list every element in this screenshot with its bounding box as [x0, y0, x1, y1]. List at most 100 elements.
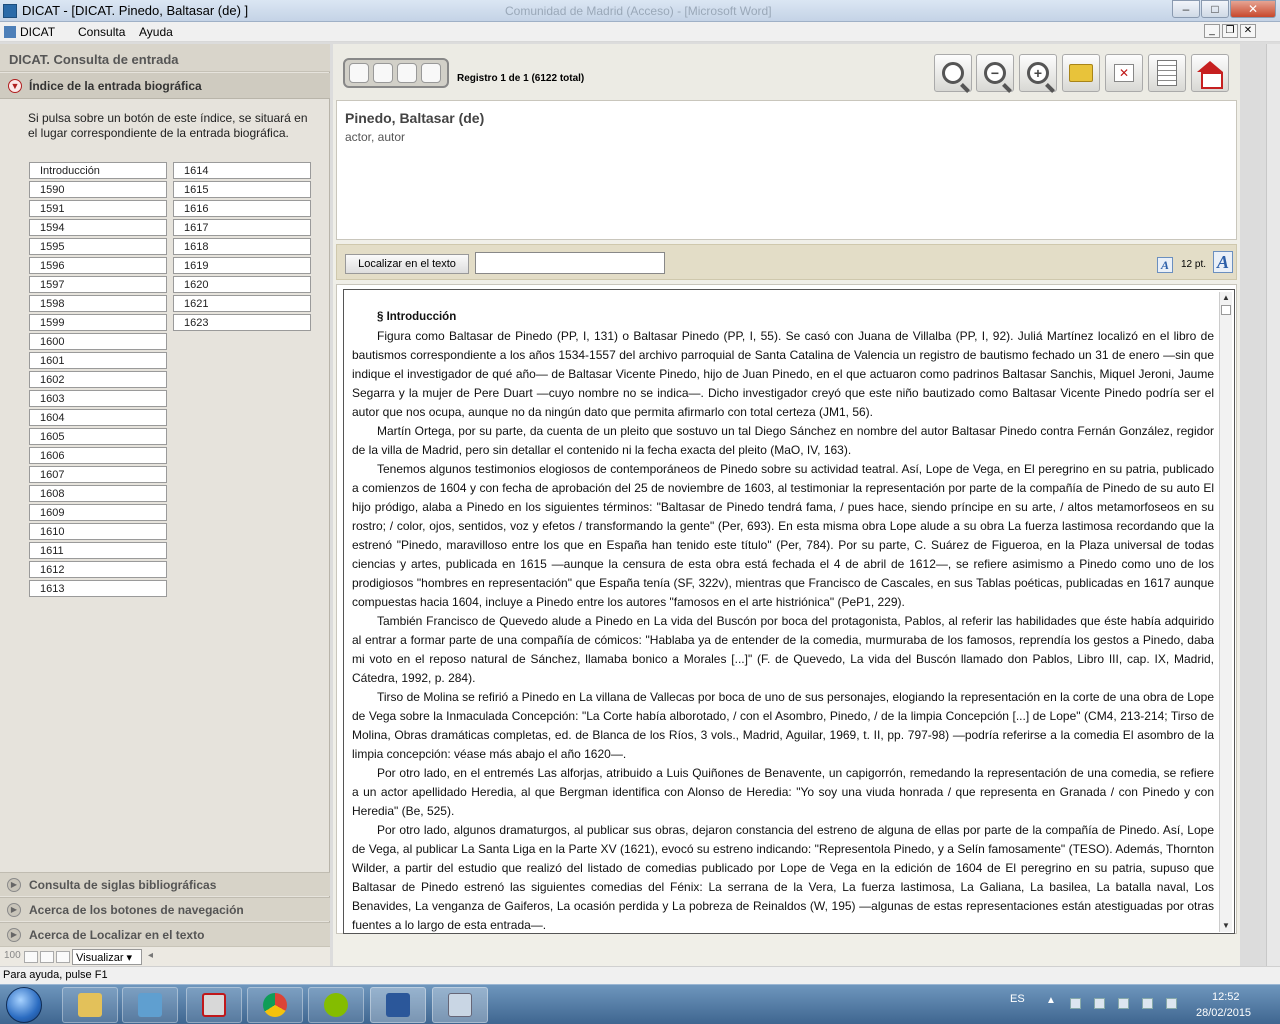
locate-input[interactable]	[475, 252, 665, 274]
taskbar-photos[interactable]	[122, 987, 178, 1023]
start-button[interactable]	[6, 987, 42, 1023]
app-icon[interactable]	[3, 4, 17, 18]
index-button[interactable]: 1620	[173, 276, 311, 293]
index-button[interactable]: 1607	[29, 466, 167, 483]
taskbar-word[interactable]	[370, 987, 426, 1023]
action-center-icon[interactable]	[1070, 998, 1081, 1009]
record-counter: Registro 1 de 1 (6122 total)	[457, 73, 585, 84]
biography-text-area[interactable]: § Introducción Figura como Baltasar de P…	[343, 289, 1235, 934]
taskbar-pdf[interactable]	[186, 987, 242, 1023]
index-button[interactable]: 1618	[173, 238, 311, 255]
index-button[interactable]: 1610	[29, 523, 167, 540]
index-button[interactable]: 1623	[173, 314, 311, 331]
taskbar-spotify[interactable]	[308, 987, 364, 1023]
mdi-minimize-button[interactable]: _	[1204, 24, 1220, 38]
zoom-in-button[interactable]: +	[1019, 54, 1057, 92]
index-button[interactable]: 1601	[29, 352, 167, 369]
volume-icon[interactable]	[1094, 998, 1105, 1009]
index-button[interactable]: 1609	[29, 504, 167, 521]
index-button[interactable]: 1619	[173, 257, 311, 274]
vertical-scrollbar[interactable]: ▲ ▼	[1219, 292, 1232, 932]
scroll-up-icon[interactable]: ▲	[1220, 292, 1232, 304]
dropbox-sync-icon[interactable]	[1142, 998, 1153, 1009]
home-button[interactable]	[1191, 54, 1229, 92]
taskbar-chrome[interactable]	[247, 987, 303, 1023]
menu-dicat[interactable]: DICAT	[20, 25, 55, 39]
index-button[interactable]: 1595	[29, 238, 167, 255]
index-button[interactable]: 1615	[173, 181, 311, 198]
decrease-font-icon[interactable]: A	[1157, 257, 1173, 273]
section-botones[interactable]: ▶ Acerca de los botones de navegación	[0, 897, 330, 921]
next-record-button[interactable]	[397, 63, 417, 83]
taskbar-explorer[interactable]	[62, 987, 118, 1023]
line-view-icon[interactable]	[40, 951, 54, 963]
dropbox-icon[interactable]	[1118, 998, 1129, 1009]
close-button[interactable]: ✕	[1230, 0, 1276, 18]
list-button[interactable]	[1148, 54, 1186, 92]
home-icon	[1197, 61, 1223, 89]
previous-record-button[interactable]	[373, 63, 393, 83]
locate-in-text-button[interactable]: Localizar en el texto	[345, 254, 469, 274]
index-button[interactable]: 1594	[29, 219, 167, 236]
table-view-icon[interactable]	[56, 951, 70, 963]
chart-view-icon[interactable]	[24, 951, 38, 963]
open-button[interactable]	[1062, 54, 1100, 92]
taskbar-remote-app[interactable]	[432, 987, 488, 1023]
close-record-button[interactable]: ✕	[1105, 54, 1143, 92]
section-localizar[interactable]: ▶ Acerca de Localizar en el texto	[0, 922, 330, 946]
explorer-icon	[78, 993, 102, 1017]
zoom-out-button[interactable]: −	[976, 54, 1014, 92]
mdi-close-button[interactable]: ✕	[1240, 24, 1256, 38]
collapse-icon[interactable]: ▼	[8, 79, 22, 93]
record-nav-group	[343, 58, 449, 88]
index-button[interactable]: 1600	[29, 333, 167, 350]
index-button[interactable]: 1604	[29, 409, 167, 426]
index-section-header[interactable]: ▼ Índice de la entrada biográfica	[0, 73, 330, 99]
index-button[interactable]: 1606	[29, 447, 167, 464]
index-button[interactable]: 1621	[173, 295, 311, 312]
minimize-button[interactable]: –	[1172, 0, 1200, 18]
clock-date[interactable]: 28/02/2015	[1196, 1007, 1251, 1019]
index-button[interactable]: 1612	[29, 561, 167, 578]
index-button[interactable]: 1596	[29, 257, 167, 274]
maximize-button[interactable]: □	[1201, 0, 1229, 18]
mdi-restore-button[interactable]: ❐	[1222, 24, 1238, 38]
index-button[interactable]: 1613	[29, 580, 167, 597]
section-siglas[interactable]: ▶ Consulta de siglas bibliográficas	[0, 872, 330, 896]
section-localizar-label: Acerca de Localizar en el texto	[29, 928, 205, 942]
increase-font-icon[interactable]: A	[1213, 251, 1233, 273]
index-button[interactable]: 1611	[29, 542, 167, 559]
index-button[interactable]: Introducción	[29, 162, 167, 179]
clock-time[interactable]: 12:52	[1212, 991, 1240, 1003]
scroll-thumb[interactable]	[1221, 305, 1231, 315]
first-record-button[interactable]	[349, 63, 369, 83]
network-icon[interactable]	[1166, 998, 1177, 1009]
index-button[interactable]: 1602	[29, 371, 167, 388]
last-record-button[interactable]	[421, 63, 441, 83]
menu-consulta[interactable]: Consulta	[78, 25, 125, 39]
index-button[interactable]: 1597	[29, 276, 167, 293]
expand-icon[interactable]: ▶	[7, 903, 21, 917]
index-button[interactable]: 1591	[29, 200, 167, 217]
index-button[interactable]: 1603	[29, 390, 167, 407]
index-button[interactable]: 1605	[29, 428, 167, 445]
search-button[interactable]	[934, 54, 972, 92]
index-button[interactable]: 1616	[173, 200, 311, 217]
expand-icon[interactable]: ▶	[7, 878, 21, 892]
index-button[interactable]: 1599	[29, 314, 167, 331]
outer-scrollbar[interactable]	[1266, 44, 1280, 966]
index-button[interactable]: 1598	[29, 295, 167, 312]
document-icon[interactable]	[4, 26, 16, 38]
index-button[interactable]: 1608	[29, 485, 167, 502]
expand-icon[interactable]: ▶	[7, 928, 21, 942]
menu-ayuda[interactable]: Ayuda	[139, 25, 173, 39]
view-select[interactable]: Visualizar ▾	[72, 949, 142, 965]
scroll-left-icon[interactable]: ◂	[148, 950, 153, 961]
tray-expand-icon[interactable]: ▲	[1046, 995, 1056, 1006]
index-button[interactable]: 1590	[29, 181, 167, 198]
language-indicator[interactable]: ES	[1010, 993, 1025, 1005]
zoom-level[interactable]: 100	[4, 950, 21, 961]
index-button[interactable]: 1617	[173, 219, 311, 236]
index-button[interactable]: 1614	[173, 162, 311, 179]
scroll-down-icon[interactable]: ▼	[1220, 920, 1232, 932]
